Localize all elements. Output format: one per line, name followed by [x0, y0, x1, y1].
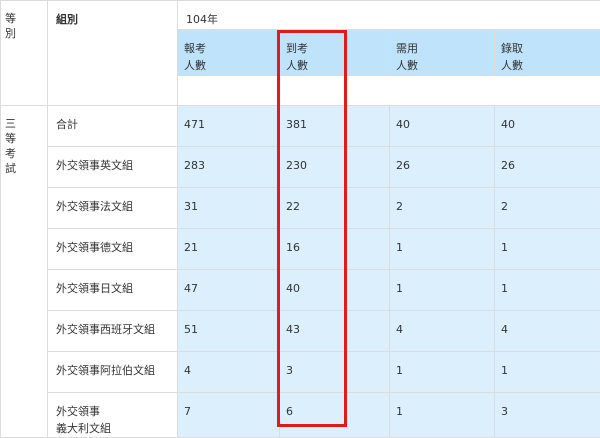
group-name-cell: 合計 — [48, 106, 178, 147]
column-header-line: 錄取 — [501, 40, 600, 57]
column-header-line: 需用 — [396, 40, 494, 57]
group-name-cell: 外交領事法文組 — [48, 188, 178, 229]
column-header-attendees: 到考人數 — [280, 30, 390, 76]
exam-class-char: 別 — [5, 26, 17, 41]
column-header-line: 人數 — [501, 57, 600, 74]
cell-admitted: 4 — [495, 311, 600, 352]
cell-attendees: 381 — [280, 106, 390, 147]
table-row: 外交領事英文組2832302626 — [1, 147, 600, 188]
cell-attendees: 3 — [280, 352, 390, 393]
cell-applicants: 4 — [178, 352, 280, 393]
table-row: 外交領事德文組211611 — [1, 229, 600, 270]
cell-needed: 4 — [390, 311, 495, 352]
cell-attendees: 6 — [280, 393, 390, 438]
column-header-needed: 需用人數 — [390, 30, 495, 76]
group-name-cell: 外交領事義大利文組 — [48, 393, 178, 438]
group-name-line: 外交領事 — [56, 403, 171, 420]
stats-table-view: 等 別 組別 104年 報考人數 到考人數 需用人數 錄取人數 三等考試合計47… — [0, 0, 600, 437]
cell-admitted: 1 — [495, 352, 600, 393]
column-header-line: 報考 — [184, 40, 279, 57]
table-row: 外交領事義大利文組7613 — [1, 393, 600, 438]
cell-applicants: 47 — [178, 270, 280, 311]
exam-level-char: 考 — [5, 146, 17, 161]
column-header-line: 到考 — [286, 40, 389, 57]
cell-attendees: 230 — [280, 147, 390, 188]
group-header: 組別 — [48, 1, 178, 106]
table-row: 三等考試合計4713814040 — [1, 106, 600, 147]
exam-level-char: 等 — [5, 131, 17, 146]
cell-attendees: 16 — [280, 229, 390, 270]
group-name-line: 義大利文組 — [56, 420, 171, 437]
cell-admitted: 3 — [495, 393, 600, 438]
exam-class-header: 等 別 — [1, 1, 48, 106]
cell-applicants: 283 — [178, 147, 280, 188]
cell-attendees: 43 — [280, 311, 390, 352]
group-name-line: 外交領事德文組 — [56, 239, 171, 256]
cell-needed: 1 — [390, 393, 495, 438]
group-name-line: 外交領事日文組 — [56, 280, 171, 297]
table-row: 外交領事阿拉伯文組4311 — [1, 352, 600, 393]
year-header: 104年 — [178, 1, 600, 30]
cell-applicants: 21 — [178, 229, 280, 270]
table-row: 外交領事西班牙文組514344 — [1, 311, 600, 352]
column-header-line: 人數 — [286, 57, 389, 74]
table-body: 等 別 組別 104年 報考人數 到考人數 需用人數 錄取人數 三等考試合計47… — [1, 1, 600, 438]
table-row: 外交領事日文組474011 — [1, 270, 600, 311]
cell-admitted: 1 — [495, 229, 600, 270]
cell-applicants: 51 — [178, 311, 280, 352]
group-name-line: 外交領事西班牙文組 — [56, 321, 171, 338]
group-name-cell: 外交領事英文組 — [48, 147, 178, 188]
cell-attendees: 22 — [280, 188, 390, 229]
column-header-line: 人數 — [184, 57, 279, 74]
exam-class-char: 等 — [5, 11, 17, 26]
cell-applicants: 31 — [178, 188, 280, 229]
group-name-line: 外交領事法文組 — [56, 198, 171, 215]
cell-admitted: 40 — [495, 106, 600, 147]
cell-admitted: 26 — [495, 147, 600, 188]
exam-level-cell: 三等考試 — [1, 106, 48, 438]
group-name-line: 外交領事英文組 — [56, 157, 171, 174]
group-name-cell: 外交領事西班牙文組 — [48, 311, 178, 352]
table-row: 外交領事法文組312222 — [1, 188, 600, 229]
cell-needed: 26 — [390, 147, 495, 188]
group-name-cell: 外交領事德文組 — [48, 229, 178, 270]
cell-admitted: 1 — [495, 270, 600, 311]
cell-applicants: 471 — [178, 106, 280, 147]
cell-admitted: 2 — [495, 188, 600, 229]
cell-needed: 2 — [390, 188, 495, 229]
column-header-line: 人數 — [396, 57, 494, 74]
cell-needed: 1 — [390, 229, 495, 270]
cell-applicants: 7 — [178, 393, 280, 438]
spacer-row — [178, 76, 600, 106]
group-name-line: 外交領事阿拉伯文組 — [56, 362, 171, 379]
exam-statistics-table: 等 別 組別 104年 報考人數 到考人數 需用人數 錄取人數 三等考試合計47… — [0, 0, 600, 438]
column-header-applicants: 報考人數 — [178, 30, 280, 76]
group-name-line: 合計 — [56, 116, 171, 133]
cell-needed: 1 — [390, 270, 495, 311]
cell-needed: 40 — [390, 106, 495, 147]
column-header-admitted: 錄取人數 — [495, 30, 600, 76]
group-name-cell: 外交領事阿拉伯文組 — [48, 352, 178, 393]
cell-attendees: 40 — [280, 270, 390, 311]
exam-level-char: 試 — [5, 161, 17, 176]
cell-needed: 1 — [390, 352, 495, 393]
group-name-cell: 外交領事日文組 — [48, 270, 178, 311]
exam-level-char: 三 — [5, 116, 17, 131]
